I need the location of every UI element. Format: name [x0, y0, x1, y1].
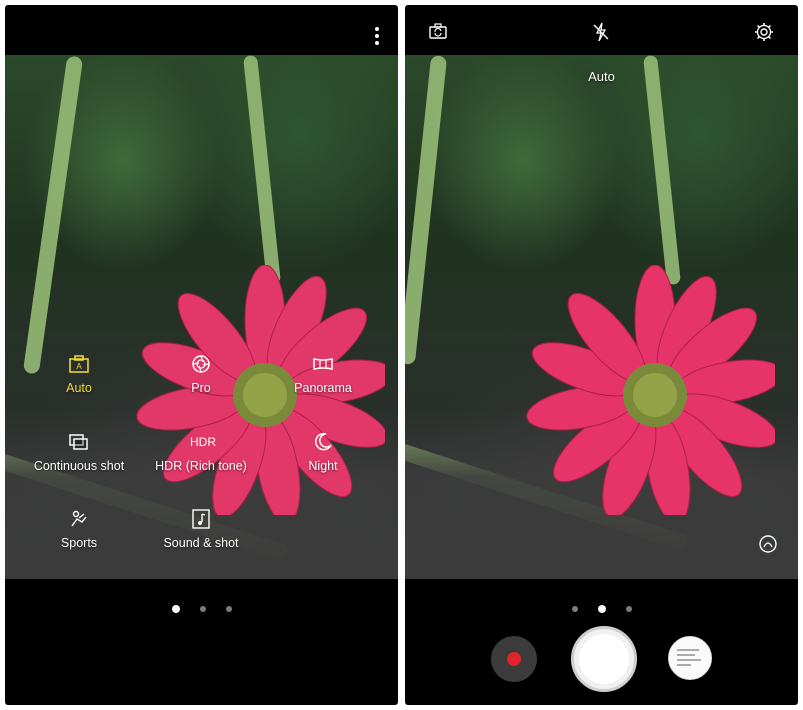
page-dot-2[interactable]	[199, 605, 206, 612]
record-dot-icon	[507, 652, 521, 666]
hdr-icon: HDR	[190, 435, 216, 449]
mode-auto-label: Auto	[66, 381, 92, 395]
flash-off-icon[interactable]	[590, 21, 612, 43]
flower-image	[515, 265, 775, 515]
page-dot-1[interactable]	[171, 604, 180, 613]
sports-icon	[71, 510, 87, 527]
mode-hdr-label: HDR (Rich tone)	[155, 459, 247, 473]
page-dot-3[interactable]	[225, 605, 232, 612]
page-dot-2[interactable]	[597, 604, 606, 613]
mode-night-label: Night	[308, 459, 338, 473]
mode-sports-label: Sports	[60, 536, 98, 550]
mode-panorama-label: Panorama	[294, 381, 352, 395]
music-note-icon	[192, 509, 210, 529]
viewfinder[interactable]: A Auto Pro Panorama Continuous shot HDR …	[5, 55, 398, 579]
camera-capture-screen: Auto	[405, 5, 798, 705]
mode-sports[interactable]: Sports	[14, 508, 144, 550]
gallery-thumbnail[interactable]	[668, 636, 712, 680]
aperture-icon	[192, 355, 210, 373]
record-video-button[interactable]	[491, 636, 537, 682]
more-options-icon[interactable]	[374, 27, 380, 45]
page-dot-3[interactable]	[625, 605, 632, 612]
mode-sound-shot-label: Sound & shot	[163, 536, 239, 550]
mode-pro-label: Pro	[191, 381, 211, 395]
filter-effects-icon[interactable]	[757, 533, 779, 555]
page-indicator	[405, 600, 798, 613]
mode-auto[interactable]: A Auto	[14, 353, 144, 395]
mode-continuous-shot[interactable]: Continuous shot	[14, 431, 144, 473]
mode-hdr-rich-tone[interactable]: HDR HDR (Rich tone)	[136, 431, 266, 473]
panorama-icon	[313, 358, 333, 370]
page-dot-1[interactable]	[571, 605, 578, 612]
page-indicator	[5, 600, 398, 613]
shutter-button[interactable]	[571, 626, 637, 692]
viewfinder[interactable]	[405, 55, 798, 579]
mode-continuous-shot-label: Continuous shot	[33, 459, 125, 473]
mode-sound-and-shot[interactable]: Sound & shot	[136, 508, 266, 550]
settings-gear-icon[interactable]	[753, 21, 775, 43]
camera-mode-selector-screen: A Auto Pro Panorama Continuous shot HDR …	[5, 5, 398, 705]
svg-text:A: A	[76, 362, 82, 371]
mode-pro[interactable]: Pro	[136, 353, 266, 395]
moon-icon	[315, 432, 332, 451]
auto-mode-icon: A	[69, 355, 89, 373]
mode-night[interactable]: Night	[258, 431, 388, 473]
mode-panorama[interactable]: Panorama	[258, 353, 388, 395]
continuous-shot-icon	[69, 434, 88, 450]
current-mode-label[interactable]: Auto	[405, 69, 798, 84]
switch-camera-icon[interactable]	[427, 21, 449, 43]
